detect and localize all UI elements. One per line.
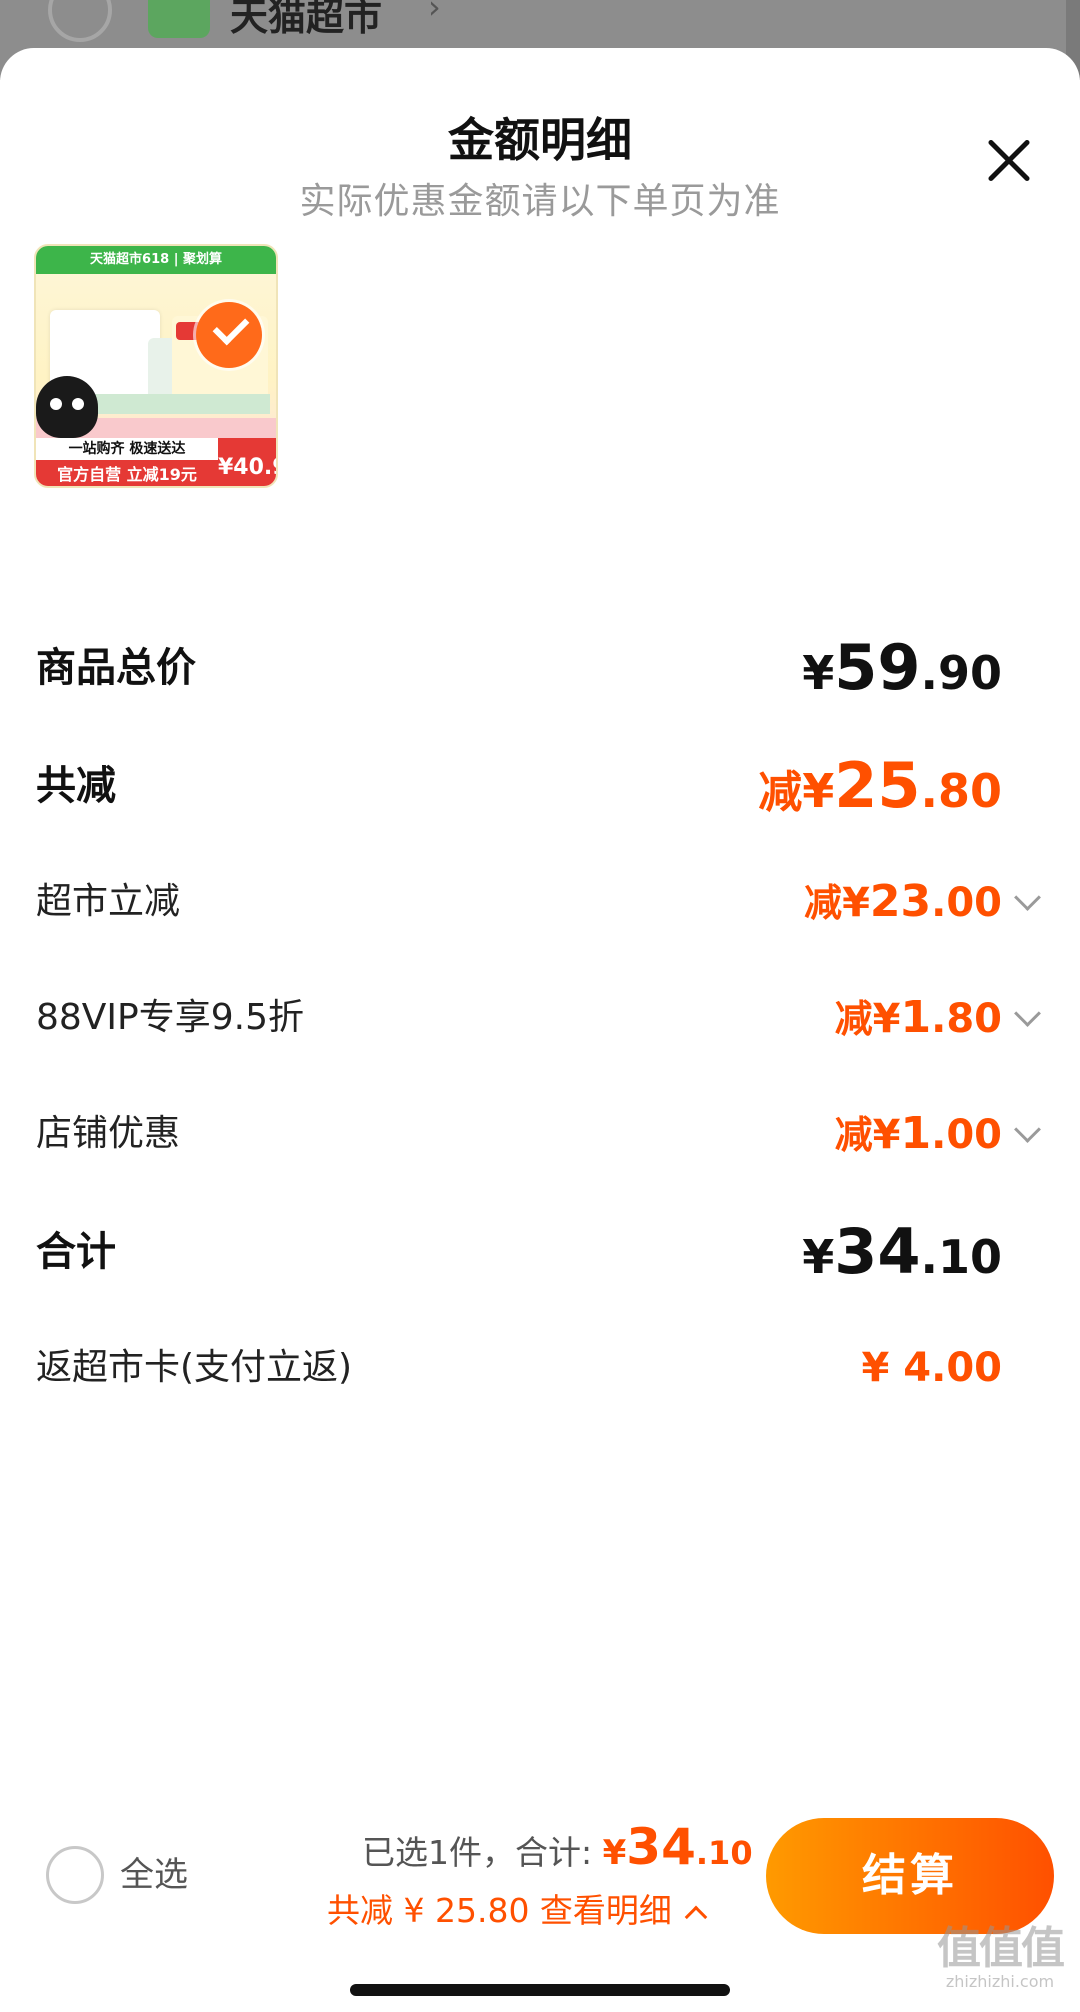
chevron-down-icon[interactable] [1012, 1002, 1046, 1036]
total-discount-amount: 减¥25.80 [758, 749, 1002, 822]
total-price-label: 商品总价 [36, 645, 196, 691]
rebate-label: 返超市卡(支付立返) [36, 1347, 353, 1388]
chevron-up-icon [684, 1905, 708, 1929]
selected-count-text: 已选1件，合计: [362, 1833, 593, 1872]
selected-check-icon[interactable] [196, 302, 262, 368]
thumbnail-promo-tag: 官方自营 立减19元 [36, 460, 218, 486]
subtotal-row: 合计 ¥34.10 [36, 1221, 1046, 1285]
select-all-label[interactable]: 全选 [120, 1848, 188, 1902]
sheet-subtitle: 实际优惠金额请以下单页为准 [299, 181, 781, 222]
background-store-badge [148, 0, 210, 38]
thumbnail-green-band [92, 394, 270, 414]
tmall-cat-logo-icon [36, 376, 98, 438]
product-thumbnail[interactable]: 天猫超市618 | 聚划算 一站购齐 极速送达 官方自营 立减19元 ¥40.9 [34, 244, 278, 488]
watermark-logo: 值值值 [937, 1923, 1065, 1974]
select-all-checkbox[interactable] [46, 1846, 104, 1904]
selected-summary: 已选1件，合计: ¥34.10 [362, 1818, 753, 1876]
checkout-button[interactable]: 结算 [766, 1818, 1054, 1934]
close-icon[interactable] [984, 136, 1034, 186]
view-details-link[interactable]: 共减 ¥ 25.80 查看明细 [327, 1884, 708, 1932]
savings-text: 共减 ¥ 25.80 查看明细 [327, 1891, 672, 1930]
background-store-title: 天猫超市 [230, 0, 383, 39]
chevron-down-icon[interactable] [1012, 886, 1046, 920]
total-price-row: 商品总价 ¥59.90 [36, 637, 1046, 701]
subtotal-label: 合计 [36, 1229, 116, 1275]
vip-discount-amount: 减¥1.80 [834, 992, 1002, 1043]
background-chevron-right-icon: › [428, 0, 441, 26]
store-discount-amount: 减¥1.00 [834, 1108, 1002, 1159]
site-watermark: 值值值 zhizhizhi.com [930, 1926, 1070, 2006]
chevron-down-icon[interactable] [1012, 1118, 1046, 1152]
total-discount-row: 共减 减¥25.80 [36, 755, 1046, 819]
thumbnail-price: ¥40.9 [218, 438, 276, 486]
market-discount-label: 超市立减 [36, 881, 181, 922]
vip-discount-label: 88VIP专享9.5折 [36, 997, 305, 1038]
home-indicator [350, 1984, 730, 1996]
total-price-amount: ¥59.90 [802, 631, 1002, 704]
thumbnail-promo-line: 一站购齐 极速送达 [36, 438, 218, 460]
store-discount-label: 店铺优惠 [36, 1113, 181, 1154]
sheet-title: 金额明细 [448, 113, 632, 167]
market-discount-row[interactable]: 超市立减 减¥23.00 [36, 872, 1046, 932]
store-discount-row[interactable]: 店铺优惠 减¥1.00 [36, 1104, 1046, 1164]
subtotal-amount: ¥34.10 [802, 1215, 1002, 1288]
market-discount-amount: 减¥23.00 [804, 876, 1002, 927]
rebate-row: 返超市卡(支付立返) ¥ 4.00 [36, 1338, 1046, 1398]
rebate-amount: ¥ 4.00 [861, 1345, 1002, 1391]
total-discount-label: 共减 [36, 763, 116, 809]
summary-total-amount: ¥34.10 [602, 1818, 753, 1876]
thumbnail-banner: 天猫超市618 | 聚划算 [36, 246, 276, 274]
vip-discount-row[interactable]: 88VIP专享9.5折 减¥1.80 [36, 988, 1046, 1048]
watermark-site: zhizhizhi.com [945, 1972, 1055, 1991]
